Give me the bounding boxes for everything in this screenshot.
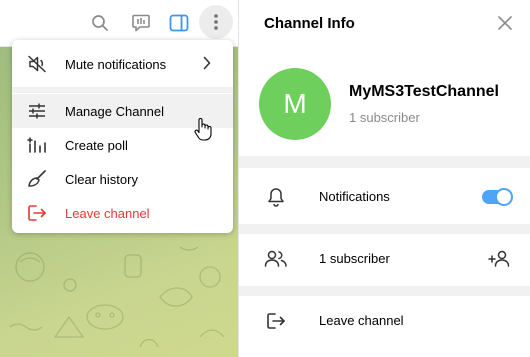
sidebar-toggle-icon[interactable] [166, 10, 192, 36]
menu-item-leave-channel[interactable]: Leave channel [12, 196, 233, 230]
chat-area: Mute notifications Manage Channel Create… [0, 0, 238, 357]
broom-icon [26, 169, 48, 189]
leave-icon [263, 310, 289, 332]
menu-item-clear-history[interactable]: Clear history [12, 162, 233, 196]
leave-channel-row[interactable]: Leave channel [239, 299, 530, 343]
menu-item-label: Leave channel [65, 205, 150, 221]
channel-avatar[interactable]: M [259, 68, 331, 140]
more-icon[interactable] [199, 5, 233, 39]
hand-cursor-icon [194, 117, 212, 146]
users-icon [263, 248, 289, 270]
subscribers-row[interactable]: 1 subscriber [239, 237, 530, 281]
section-divider [239, 224, 530, 234]
comments-icon[interactable] [128, 10, 154, 36]
notifications-toggle[interactable] [482, 188, 513, 206]
notifications-row[interactable]: Notifications [239, 175, 530, 219]
section-divider [239, 286, 530, 296]
chevron-right-icon [203, 56, 211, 75]
menu-separator [12, 87, 233, 93]
bell-icon [263, 186, 289, 208]
toggle-knob [495, 188, 513, 206]
channel-name: MyMS3TestChannel [349, 83, 499, 100]
subscribers-label: 1 subscriber [319, 251, 390, 266]
menu-item-mute-notifications[interactable]: Mute notifications [12, 47, 233, 81]
close-icon[interactable] [496, 14, 514, 32]
mute-icon [26, 54, 48, 74]
notifications-label: Notifications [319, 189, 390, 204]
menu-item-label: Mute notifications [65, 56, 167, 72]
section-divider [239, 156, 530, 168]
sliders-icon [26, 101, 48, 121]
add-user-icon[interactable] [487, 248, 513, 270]
menu-item-label: Create poll [65, 137, 128, 153]
panel-title: Channel Info [264, 15, 355, 32]
search-icon[interactable] [87, 10, 113, 36]
poll-icon [26, 135, 48, 155]
menu-item-label: Manage Channel [65, 103, 165, 119]
subscriber-count: 1 subscriber [349, 110, 420, 125]
leave-icon [26, 203, 48, 223]
leave-channel-label: Leave channel [319, 313, 404, 328]
menu-item-label: Clear history [65, 171, 138, 187]
channel-info-panel: Channel Info M MyMS3TestChannel 1 subscr… [238, 0, 530, 357]
